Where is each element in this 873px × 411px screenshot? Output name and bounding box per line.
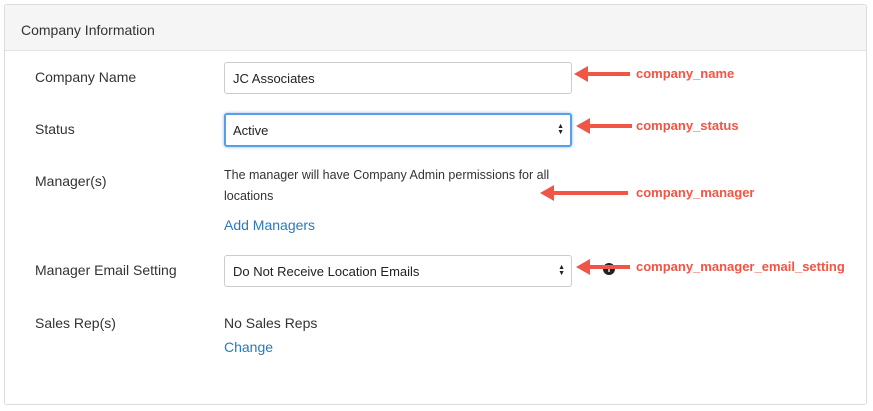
- status-select[interactable]: Active ▲ ▼: [224, 113, 572, 147]
- change-sales-reps-link[interactable]: Change: [224, 339, 273, 355]
- company-name-input[interactable]: JC Associates: [224, 62, 572, 94]
- panel-heading: Company Information: [5, 5, 866, 51]
- annotation-company-manager-email-setting: company_manager_email_setting: [636, 259, 845, 274]
- status-label: Status: [35, 121, 75, 137]
- select-arrows-icon: ▲ ▼: [557, 123, 564, 136]
- select-arrows-icon: ▲ ▼: [558, 264, 565, 277]
- manager-email-setting-label: Manager Email Setting: [35, 262, 177, 278]
- manager-email-setting-select[interactable]: Do Not Receive Location Emails ▲ ▼: [224, 255, 572, 287]
- status-selected-value: Active: [233, 122, 269, 138]
- annotation-company-manager: company_manager: [636, 185, 755, 200]
- company-name-value: JC Associates: [233, 70, 315, 86]
- add-managers-link[interactable]: Add Managers: [224, 217, 315, 233]
- annotation-company-name: company_name: [636, 66, 735, 81]
- company-name-label: Company Name: [35, 69, 137, 85]
- managers-label: Manager(s): [35, 173, 107, 189]
- annotation-company-status: company_status: [636, 118, 739, 133]
- managers-note: The manager will have Company Admin perm…: [224, 168, 550, 203]
- sales-reps-value: No Sales Reps: [224, 315, 318, 331]
- arrow-icon: [576, 259, 630, 275]
- company-information-panel: Company Information Company Name JC Asso…: [4, 4, 867, 405]
- manager-email-setting-selected-value: Do Not Receive Location Emails: [233, 263, 420, 279]
- arrow-icon: [574, 66, 630, 82]
- arrow-icon: [576, 118, 632, 134]
- sales-reps-label: Sales Rep(s): [35, 315, 116, 331]
- arrow-icon: [540, 185, 628, 201]
